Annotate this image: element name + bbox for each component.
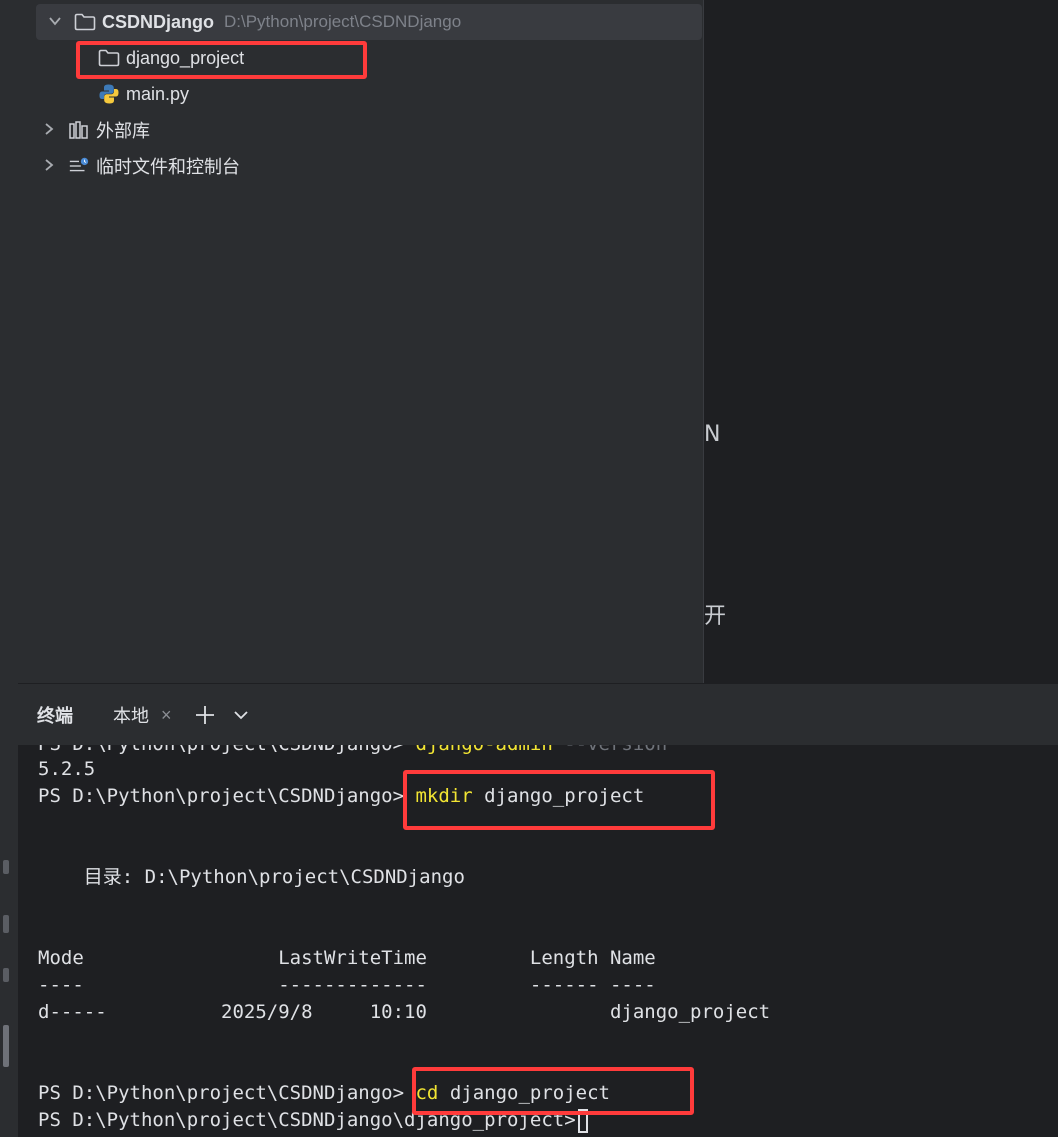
editor-text-fragment: N xyxy=(704,422,721,447)
terminal-tool-icon[interactable] xyxy=(3,1025,9,1067)
library-icon xyxy=(68,119,90,141)
terminal-line: d----- 2025/9/8 10:10 django_project xyxy=(38,1001,771,1023)
terminal-line: PS D:\Python\project\CSDNDjango\django_p… xyxy=(38,1107,588,1134)
tree-item-main-py[interactable]: main.py xyxy=(98,76,189,112)
terminal-line: PS D:\Python\project\CSDNDjango> django-… xyxy=(38,745,667,758)
terminal-line: 5.2.5 xyxy=(38,758,96,780)
tree-item-label: 临时文件和控制台 xyxy=(96,157,240,177)
terminal-line: PS D:\Python\project\CSDNDjango> mkdir d… xyxy=(38,785,645,807)
terminal-line: PS D:\Python\project\CSDNDjango> cd djan… xyxy=(38,1082,610,1104)
folder-icon xyxy=(74,11,96,33)
chevron-down-icon[interactable] xyxy=(44,14,66,31)
scratches-icon xyxy=(68,155,90,177)
tree-item-scratches[interactable]: 临时文件和控制台 xyxy=(38,148,240,184)
editor-text-fragment: 开 xyxy=(704,604,727,629)
folder-icon xyxy=(98,47,120,69)
tab-label: 本地 xyxy=(113,706,149,726)
tool-window-strip xyxy=(0,0,19,1137)
tree-item-django-project[interactable]: django_project xyxy=(98,40,244,76)
chevron-right-icon[interactable] xyxy=(38,158,60,175)
terminal-line: Mode LastWriteTime Length Name xyxy=(38,947,656,969)
project-panel: CSDNDjango D:\Python\project\CSDNDjango … xyxy=(18,0,703,683)
chevron-right-icon[interactable] xyxy=(38,122,60,139)
terminal-title: 终端 xyxy=(37,706,73,726)
text-cursor xyxy=(577,1108,588,1133)
tree-item-label: django_project xyxy=(126,47,245,68)
chevron-down-icon[interactable] xyxy=(232,706,250,724)
editor-area: N 开 xyxy=(703,0,1058,683)
strip-icon[interactable] xyxy=(3,968,9,982)
terminal-line: 目录: D:\Python\project\CSDNDjango xyxy=(38,866,465,888)
project-path: D:\Python\project\CSDNDjango xyxy=(224,12,462,31)
python-file-icon xyxy=(98,83,120,105)
tab-local[interactable]: 本地 × xyxy=(113,695,172,735)
close-icon[interactable]: × xyxy=(161,705,172,726)
strip-icon[interactable] xyxy=(3,915,9,933)
add-terminal-button[interactable] xyxy=(194,704,216,726)
terminal-line: ---- ------------- ------ ---- xyxy=(38,974,656,996)
terminal-output[interactable]: PS D:\Python\project\CSDNDjango> django-… xyxy=(18,745,1058,1137)
tree-item-external-libraries[interactable]: 外部库 xyxy=(38,112,150,148)
terminal-header: 终端 本地 × xyxy=(18,683,1058,746)
strip-icon[interactable] xyxy=(3,860,9,874)
tree-item-label: 外部库 xyxy=(96,121,150,141)
tree-root-row[interactable]: CSDNDjango D:\Python\project\CSDNDjango xyxy=(36,4,702,40)
project-name: CSDNDjango xyxy=(102,11,214,32)
tree-item-label: main.py xyxy=(126,83,190,104)
